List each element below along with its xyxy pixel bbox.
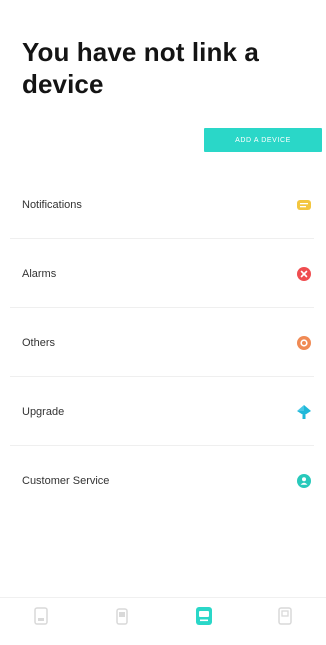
home-icon [32,606,50,631]
menu-item-customer-service[interactable]: Customer Service [0,446,326,515]
nav-device[interactable] [102,602,142,636]
circle-icon [296,335,312,351]
message-icon [194,605,214,632]
alarm-icon [296,266,312,282]
profile-icon [276,606,294,631]
menu-item-notifications[interactable]: Notifications [0,170,326,239]
menu-item-others[interactable]: Others [0,308,326,377]
page-title: You have not link a device [22,37,259,99]
menu-item-label: Upgrade [22,405,65,418]
menu-item-alarms[interactable]: Alarms [0,239,326,308]
nav-messages[interactable] [184,602,224,636]
bottom-navigation [0,597,326,645]
menu-list: Notifications Alarms Others Upgrade Cust… [0,170,326,515]
menu-item-label: Others [22,336,56,349]
menu-item-label: Alarms [22,267,57,280]
device-icon [113,606,131,631]
add-device-button[interactable]: ADD A DEVICE [204,128,322,152]
menu-item-upgrade[interactable]: Upgrade [0,377,326,446]
upgrade-icon [296,404,312,420]
nav-home[interactable] [21,602,61,636]
message-icon [296,197,312,213]
support-icon [296,473,312,489]
menu-item-label: Notifications [22,198,82,211]
menu-item-label: Customer Service [22,474,110,487]
nav-profile[interactable] [265,602,305,636]
